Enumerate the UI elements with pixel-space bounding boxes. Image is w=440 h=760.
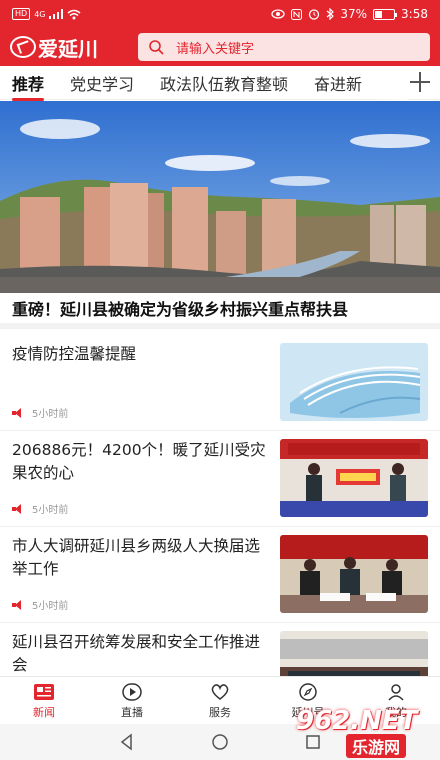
hd-badge: HD: [12, 8, 31, 20]
nav-service[interactable]: 服务: [176, 677, 264, 724]
news-item[interactable]: 206886元！4200个！暖了延川受灾果农的心 5小时前: [0, 431, 440, 527]
nav-label: 新闻: [33, 705, 55, 719]
battery-icon: [373, 8, 398, 20]
app-logo: 爱延川: [10, 33, 130, 62]
nav-news[interactable]: 新闻: [0, 677, 88, 724]
nav-live[interactable]: 直播: [88, 677, 176, 724]
watermark-text: 962.NET: [296, 706, 418, 736]
back-icon[interactable]: [118, 733, 136, 751]
speaker-icon: [12, 503, 24, 514]
search-icon: [149, 40, 164, 55]
bluetooth-icon: [326, 8, 335, 20]
signal-icon: [49, 9, 64, 19]
app-header: 爱延川 请输入关键字: [0, 28, 440, 66]
home-icon[interactable]: [211, 733, 229, 751]
play-icon: [121, 682, 143, 702]
search-placeholder: 请输入关键字: [176, 41, 255, 57]
news-meta: 5小时前: [12, 405, 68, 420]
alarm-icon: [309, 9, 320, 20]
donation-photo: [280, 439, 428, 517]
battery-percent: 37%: [340, 7, 368, 21]
wifi-icon: [68, 9, 81, 19]
add-channel-icon[interactable]: [408, 70, 432, 94]
tab-forward[interactable]: 奋进新: [314, 71, 362, 95]
news-time: 5小时前: [32, 409, 69, 420]
meeting-photo: [280, 535, 428, 613]
speaker-icon: [12, 407, 24, 418]
masks-photo: [280, 343, 428, 421]
eye-icon: [271, 9, 286, 19]
news-item[interactable]: 疫情防控温馨提醒 5小时前: [0, 335, 440, 431]
compass-icon: [297, 682, 319, 702]
search-input[interactable]: 请输入关键字: [138, 33, 430, 61]
speaker-icon: [12, 599, 24, 610]
news-title: 206886元！4200个！暖了延川受灾果农的心: [12, 441, 266, 482]
watermark-subtext: 乐游网: [346, 734, 407, 758]
hero-headline[interactable]: 重磅！延川县被确定为省级乡村振兴重点帮扶县: [0, 293, 440, 329]
news-thumbnail: [280, 439, 428, 517]
city-skyline-photo: [0, 101, 440, 293]
news-title: 疫情防控温馨提醒: [12, 345, 137, 363]
tab-party-history[interactable]: 党史学习: [70, 71, 134, 95]
service-icon: [209, 682, 231, 702]
network-label: 4G: [34, 9, 46, 19]
news-thumbnail: [280, 535, 428, 613]
user-icon: [385, 682, 407, 702]
clock: 3:58: [401, 7, 428, 21]
news-time: 5小时前: [32, 601, 69, 612]
news-meta: 5小时前: [12, 597, 68, 612]
news-thumbnail: [280, 343, 428, 421]
news-item[interactable]: 市人大调研延川县乡两级人大换届选举工作 5小时前: [0, 527, 440, 623]
hero-image[interactable]: [0, 101, 440, 293]
nav-label: 服务: [209, 705, 231, 719]
nav-label: 直播: [121, 705, 143, 719]
news-title: 市人大调研延川县乡两级人大换届选举工作: [12, 537, 261, 578]
status-bar: HD 4G 37% 3:58: [0, 0, 440, 28]
news-meta: 5小时前: [12, 501, 68, 516]
news-time: 5小时前: [32, 505, 69, 516]
tab-recommend[interactable]: 推荐: [12, 71, 45, 101]
logo-mark-icon: [10, 36, 36, 58]
nfc-icon: [291, 8, 303, 20]
tab-legal-team[interactable]: 政法队伍教育整顿: [160, 71, 288, 95]
app-logo-text: 爱延川: [38, 36, 98, 61]
news-icon: [33, 682, 55, 702]
channel-tabs: 推荐 党史学习 政法队伍教育整顿 奋进新: [0, 66, 440, 101]
news-title: 延川县召开统筹发展和安全工作推进会: [12, 633, 261, 674]
watermark-logo: 962.NET 乐游网: [296, 706, 436, 760]
